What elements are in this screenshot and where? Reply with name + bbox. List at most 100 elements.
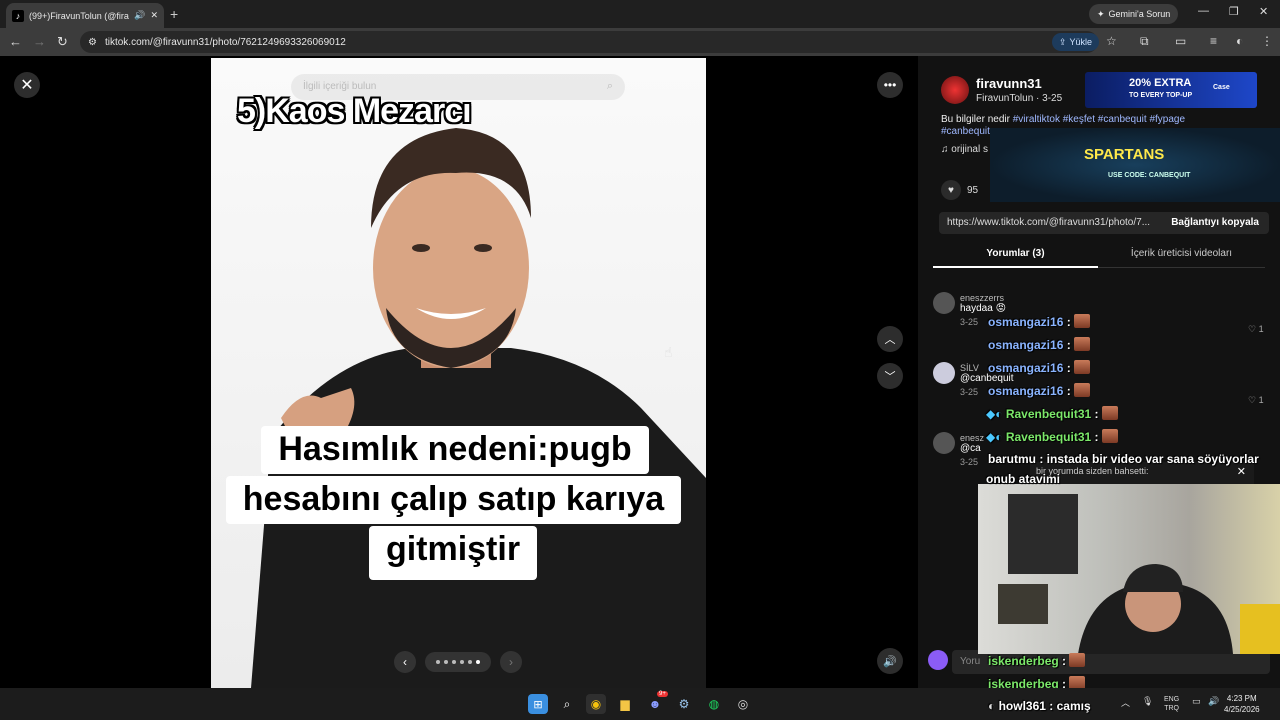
comment-username[interactable]: enesz <box>960 433 984 443</box>
heart-icon[interactable]: ♥ <box>941 180 961 200</box>
upload-button[interactable]: ⇪ Yükle <box>1052 33 1100 51</box>
next-post-icon[interactable]: ﹀ <box>877 363 903 389</box>
caption-line-3: gitmiştir <box>369 526 537 580</box>
author-username[interactable]: firavunn31 <box>976 76 1042 91</box>
gemini-button[interactable]: ✦ Gemini'a Sorun <box>1089 4 1179 24</box>
network-icon[interactable]: ▭ <box>1192 696 1201 707</box>
more-options-icon[interactable]: ••• <box>877 72 903 98</box>
minimize-icon[interactable]: — <box>1198 5 1209 17</box>
reading-list-icon[interactable]: ≡ <box>1210 34 1217 48</box>
menu-dots-icon[interactable]: ⋮ <box>1261 34 1273 48</box>
windows-start-icon[interactable]: ⊞ <box>528 694 548 714</box>
search-icon[interactable]: ⌕ <box>557 694 577 714</box>
new-tab-button[interactable]: + <box>170 6 178 22</box>
lang-secondary: TRQ <box>1164 705 1179 712</box>
comment-item: enesz @ca 3-25 <box>960 433 984 467</box>
pager-dot-active[interactable] <box>476 660 480 664</box>
comment-like[interactable]: ♡ 1 <box>1248 324 1264 335</box>
mic-icon[interactable]: 🎙 <box>1142 696 1153 707</box>
prev-photo-icon[interactable]: ‹ <box>394 651 416 673</box>
notification-close-icon[interactable]: ✕ <box>1237 465 1246 478</box>
language-indicator[interactable]: ENG TRQ <box>1164 695 1179 713</box>
back-icon[interactable]: ← <box>9 34 22 49</box>
pager-dot[interactable] <box>444 660 448 664</box>
chat-message: osmangazi16 : <box>988 383 1090 398</box>
badge-icon: ◐ <box>988 699 999 713</box>
volume-tray-icon[interactable]: 🔊 <box>1208 696 1219 707</box>
comment-avatar[interactable] <box>933 292 955 314</box>
comment-avatar[interactable] <box>933 362 955 384</box>
tiktok-icon: ♪ <box>12 9 24 22</box>
music-row[interactable]: ♫ orijinal s <box>941 144 988 155</box>
site-info-icon[interactable]: ⚙ <box>88 37 97 48</box>
bookmark-star-icon[interactable]: ☆ <box>1106 34 1117 48</box>
file-explorer-icon[interactable]: ▆ <box>615 694 635 714</box>
gemini-label: Gemini'a Sorun <box>1108 9 1171 19</box>
chat-message: osmangazi16 : <box>988 314 1090 329</box>
comment-date: 3-25 <box>960 457 979 467</box>
chat-message: ◆◐ Ravenbequit31 : <box>986 429 1118 444</box>
badge-icon: ◆◐ <box>986 430 1006 444</box>
next-photo-icon[interactable]: › <box>500 651 522 673</box>
chat-message: onub atavimi <box>986 472 1061 486</box>
forward-icon[interactable]: → <box>33 34 46 49</box>
app-icon[interactable]: ◎ <box>733 694 753 714</box>
comment-avatar[interactable] <box>933 432 955 454</box>
casedrop-ad-banner[interactable]: 20% EXTRA TO EVERY TOP-UP Case <box>1085 72 1257 108</box>
maximize-icon[interactable]: ❐ <box>1229 5 1239 18</box>
comment-like[interactable]: ♡ 1 <box>1248 395 1264 406</box>
close-viewer-icon[interactable]: ✕ <box>14 72 40 98</box>
pager-dot[interactable] <box>436 660 440 664</box>
desc-hashtags[interactable]: #viraltiktok #keşfet #canbequit #fypage <box>1013 114 1185 125</box>
author-avatar[interactable] <box>941 76 969 104</box>
spartans-ad-overlay: SPARTANS USE CODE: CANBEQUIT <box>990 128 1280 202</box>
reload-icon[interactable]: ↻ <box>57 34 68 50</box>
music-note-icon: ♫ <box>941 144 949 155</box>
active-tab-underline <box>933 266 1098 268</box>
tab-comments[interactable]: Yorumlar (3) <box>933 248 1098 259</box>
comment-username[interactable]: eneszzerrs <box>960 293 1006 303</box>
badge-icon: ◆◐ <box>986 407 1006 421</box>
like-button[interactable]: ♥ 95 <box>941 180 978 200</box>
spotify-icon[interactable]: ◍ <box>704 694 724 714</box>
share-link-text[interactable]: https://www.tiktok.com/@firavunn31/photo… <box>947 217 1150 228</box>
url-field[interactable]: ⚙ tiktok.com/@firavunn31/photo/762124969… <box>80 31 1098 53</box>
volume-icon[interactable]: 🔊 <box>877 648 903 674</box>
ad-brand: Case <box>1213 84 1230 91</box>
speaker-icon[interactable]: 🔊 <box>134 10 145 21</box>
previous-post-icon[interactable]: ︿ <box>877 326 903 352</box>
tab-creator-videos[interactable]: İçerik üreticisi videoları <box>1098 248 1265 259</box>
comment-date: 3-25 <box>960 387 979 397</box>
chrome-icon[interactable]: ◉ <box>586 694 606 714</box>
sidepanel-icon[interactable]: ▭ <box>1175 34 1186 48</box>
system-clock[interactable]: 4:23 PM 4/25/2026 <box>1224 693 1260 715</box>
pager-dot[interactable] <box>468 660 472 664</box>
comment-text: haydaa 😡 <box>960 303 1007 314</box>
post-photo[interactable]: İlgili içeriği bulun ⌕ 5)Kaos Mezarcı Ha… <box>211 58 706 688</box>
chat-message: barutmu : instada bir video var sana söy… <box>988 452 1259 466</box>
person-illustration <box>251 128 706 688</box>
photo-pager: ‹ › <box>211 651 706 673</box>
tray-chevron-icon[interactable]: ︿ <box>1121 696 1130 709</box>
search-icon[interactable]: ⌕ <box>607 80 613 93</box>
tab-title: (99+)FiravunTolun (@firavu <box>29 10 130 21</box>
chat-message: osmangazi16 : <box>988 337 1090 352</box>
clock-time: 4:23 PM <box>1226 694 1257 703</box>
copy-link-button[interactable]: Bağlantıyı kopyala <box>1171 217 1259 228</box>
discord-icon[interactable]: ☻ 9+ <box>645 691 668 714</box>
steam-icon[interactable]: ⚙ <box>674 694 694 714</box>
desc-text: Bu bilgiler nedir <box>941 114 1010 125</box>
ad-percent: 20% EXTRA <box>1129 77 1192 89</box>
browser-tab-bar: ♪ (99+)FiravunTolun (@firavu 🔊 ✕ + ✦ Gem… <box>0 0 1280 28</box>
browser-tab[interactable]: ♪ (99+)FiravunTolun (@firavu 🔊 ✕ <box>6 3 164 28</box>
pager-dot[interactable] <box>452 660 456 664</box>
close-tab-icon[interactable]: ✕ <box>150 10 158 21</box>
pager-dots <box>425 652 491 672</box>
desc-hashtag-2[interactable]: #canbequit <box>941 126 990 137</box>
pager-dot[interactable] <box>460 660 464 664</box>
photo-title-text: 5)Kaos Mezarcı <box>237 92 472 130</box>
extensions-icon[interactable]: ⧉ <box>1140 34 1149 49</box>
chat-message: iskenderbeg : <box>988 653 1086 668</box>
profile-avatar-icon[interactable]: ◐ <box>1236 34 1243 48</box>
close-window-icon[interactable]: ✕ <box>1259 5 1268 18</box>
